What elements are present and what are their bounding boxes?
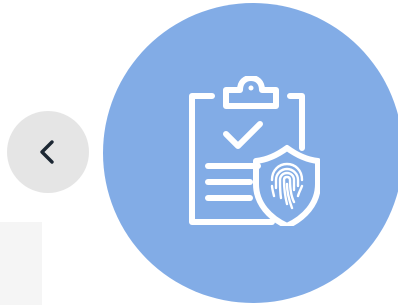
back-button[interactable]: [7, 111, 89, 193]
hero-illustration: [103, 3, 398, 303]
screen: [0, 0, 398, 305]
chevron-left-icon: [40, 140, 54, 164]
clipboard-check-shield-fingerprint-icon: [189, 76, 320, 226]
side-panel: [0, 222, 42, 305]
